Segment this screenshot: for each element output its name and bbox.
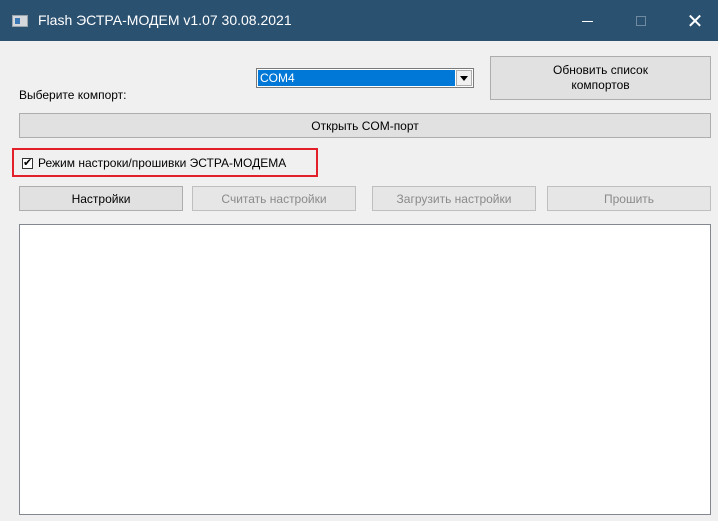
app-window: Flash ЭСТРА-МОДЕМ v1.07 30.08.2021 ✕ Выб… [0, 0, 718, 521]
port-label: Выберите компорт: [19, 88, 127, 102]
close-button[interactable]: ✕ [672, 0, 718, 41]
read-settings-button: Считать настройки [192, 186, 356, 211]
chevron-down-icon [460, 75, 468, 81]
settings-button[interactable]: Настройки [19, 186, 183, 211]
app-icon [12, 15, 28, 27]
minimize-icon [581, 21, 593, 22]
title-bar[interactable]: Flash ЭСТРА-МОДЕМ v1.07 30.08.2021 ✕ [0, 0, 718, 41]
maximize-button [618, 0, 664, 41]
flash-button: Прошить [547, 186, 711, 211]
close-icon: ✕ [686, 8, 704, 33]
window-title: Flash ЭСТРА-МОДЕМ v1.07 30.08.2021 [38, 12, 292, 28]
mode-checkbox-label[interactable]: Режим настроки/прошивки ЭСТРА-МОДЕМА [38, 156, 286, 170]
port-select-value: COM4 [258, 70, 455, 86]
mode-checkbox-highlight: ✔ Режим настроки/прошивки ЭСТРА-МОДЕМА [12, 148, 318, 177]
load-settings-button: Загрузить настройки [372, 186, 536, 211]
mode-checkbox[interactable]: ✔ [22, 158, 33, 169]
dropdown-arrow-button[interactable] [456, 70, 472, 86]
port-select[interactable]: COM4 [256, 68, 474, 88]
open-com-port-button[interactable]: Открыть COM-порт [19, 113, 711, 138]
maximize-icon [636, 15, 646, 26]
minimize-button[interactable] [564, 0, 610, 41]
log-textarea[interactable] [19, 224, 711, 515]
refresh-ports-button[interactable]: Обновить список компортов [490, 56, 711, 100]
